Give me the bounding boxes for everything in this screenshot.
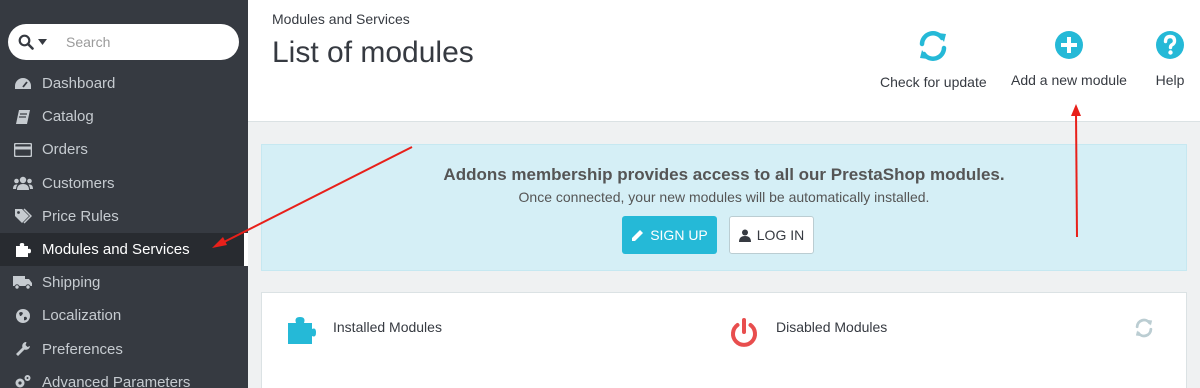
sidebar-item-label: Dashboard bbox=[42, 75, 116, 93]
sidebar-item-price-rules[interactable]: Price Rules bbox=[0, 200, 248, 233]
sidebar-nav: Dashboard Catalog Orders Customers Price… bbox=[0, 67, 248, 388]
sidebar-item-label: Advanced Parameters bbox=[42, 373, 191, 388]
check-for-update-label: Check for update bbox=[880, 74, 987, 90]
question-circle-icon bbox=[1156, 31, 1184, 59]
sidebar-item-customers[interactable]: Customers bbox=[0, 167, 248, 200]
sidebar-item-localization[interactable]: Localization bbox=[0, 299, 248, 332]
puzzle-icon bbox=[0, 242, 42, 258]
tags-icon bbox=[0, 208, 42, 224]
sidebar-item-label: Catalog bbox=[42, 108, 94, 126]
sign-up-button[interactable]: SIGN UP bbox=[622, 216, 717, 254]
sidebar-item-label: Price Rules bbox=[42, 207, 119, 225]
help-label: Help bbox=[1155, 72, 1185, 88]
breadcrumb[interactable]: Modules and Services bbox=[272, 11, 410, 27]
refresh-icon[interactable] bbox=[1134, 318, 1154, 338]
sidebar-item-label: Customers bbox=[42, 174, 115, 192]
dashboard-icon bbox=[0, 76, 42, 92]
globe-icon bbox=[0, 308, 42, 324]
caret-down-icon bbox=[37, 39, 47, 45]
add-new-module-label: Add a new module bbox=[1011, 72, 1127, 88]
sidebar-item-shipping[interactable]: Shipping bbox=[0, 266, 248, 299]
book-icon bbox=[0, 109, 42, 125]
banner-title: Addons membership provides access to all… bbox=[443, 165, 1005, 184]
power-icon bbox=[731, 318, 757, 347]
sidebar-item-modules-and-services[interactable]: Modules and Services bbox=[0, 232, 248, 267]
sidebar-item-label: Modules and Services bbox=[42, 241, 190, 259]
credit-card-icon bbox=[0, 142, 42, 157]
check-for-update-button[interactable]: Check for update bbox=[880, 30, 987, 90]
sidebar: Dashboard Catalog Orders Customers Price… bbox=[0, 0, 248, 388]
cogs-icon bbox=[0, 374, 42, 388]
log-in-button[interactable]: LOG IN bbox=[729, 216, 814, 254]
sidebar-item-orders[interactable]: Orders bbox=[0, 133, 248, 166]
help-button[interactable]: Help bbox=[1155, 30, 1185, 88]
search-input[interactable] bbox=[56, 34, 216, 50]
search-filter-toggle[interactable] bbox=[8, 24, 56, 60]
sidebar-item-dashboard[interactable]: Dashboard bbox=[0, 67, 248, 100]
banner-subtitle: Once connected, your new modules will be… bbox=[518, 189, 930, 205]
sidebar-item-label: Shipping bbox=[42, 274, 101, 292]
sign-up-label: SIGN UP bbox=[650, 227, 708, 243]
puzzle-icon bbox=[288, 317, 316, 344]
user-icon bbox=[738, 229, 751, 242]
addons-membership-banner: Addons membership provides access to all… bbox=[261, 144, 1187, 271]
sidebar-item-catalog[interactable]: Catalog bbox=[0, 100, 248, 133]
modules-summary-card: Installed Modules Disabled Modules bbox=[261, 292, 1187, 388]
log-in-label: LOG IN bbox=[756, 227, 805, 243]
pencil-icon bbox=[632, 229, 644, 241]
sidebar-item-label: Localization bbox=[42, 307, 122, 325]
page-header: Modules and Services List of modules Che… bbox=[248, 0, 1200, 122]
plus-circle-icon bbox=[1054, 31, 1083, 59]
sidebar-item-label: Orders bbox=[42, 141, 88, 159]
search-box bbox=[8, 24, 239, 60]
truck-icon bbox=[0, 275, 42, 290]
installed-modules-label[interactable]: Installed Modules bbox=[333, 319, 442, 335]
add-new-module-button[interactable]: Add a new module bbox=[1011, 30, 1127, 88]
page-title: List of modules bbox=[272, 36, 474, 69]
sidebar-item-advanced-parameters[interactable]: Advanced Parameters bbox=[0, 366, 248, 388]
disabled-modules-label[interactable]: Disabled Modules bbox=[776, 319, 887, 335]
wrench-icon bbox=[0, 341, 42, 357]
sidebar-item-label: Preferences bbox=[42, 340, 123, 358]
users-icon bbox=[0, 176, 42, 191]
sidebar-item-preferences[interactable]: Preferences bbox=[0, 333, 248, 366]
refresh-icon bbox=[920, 31, 947, 61]
search-icon bbox=[18, 34, 34, 50]
